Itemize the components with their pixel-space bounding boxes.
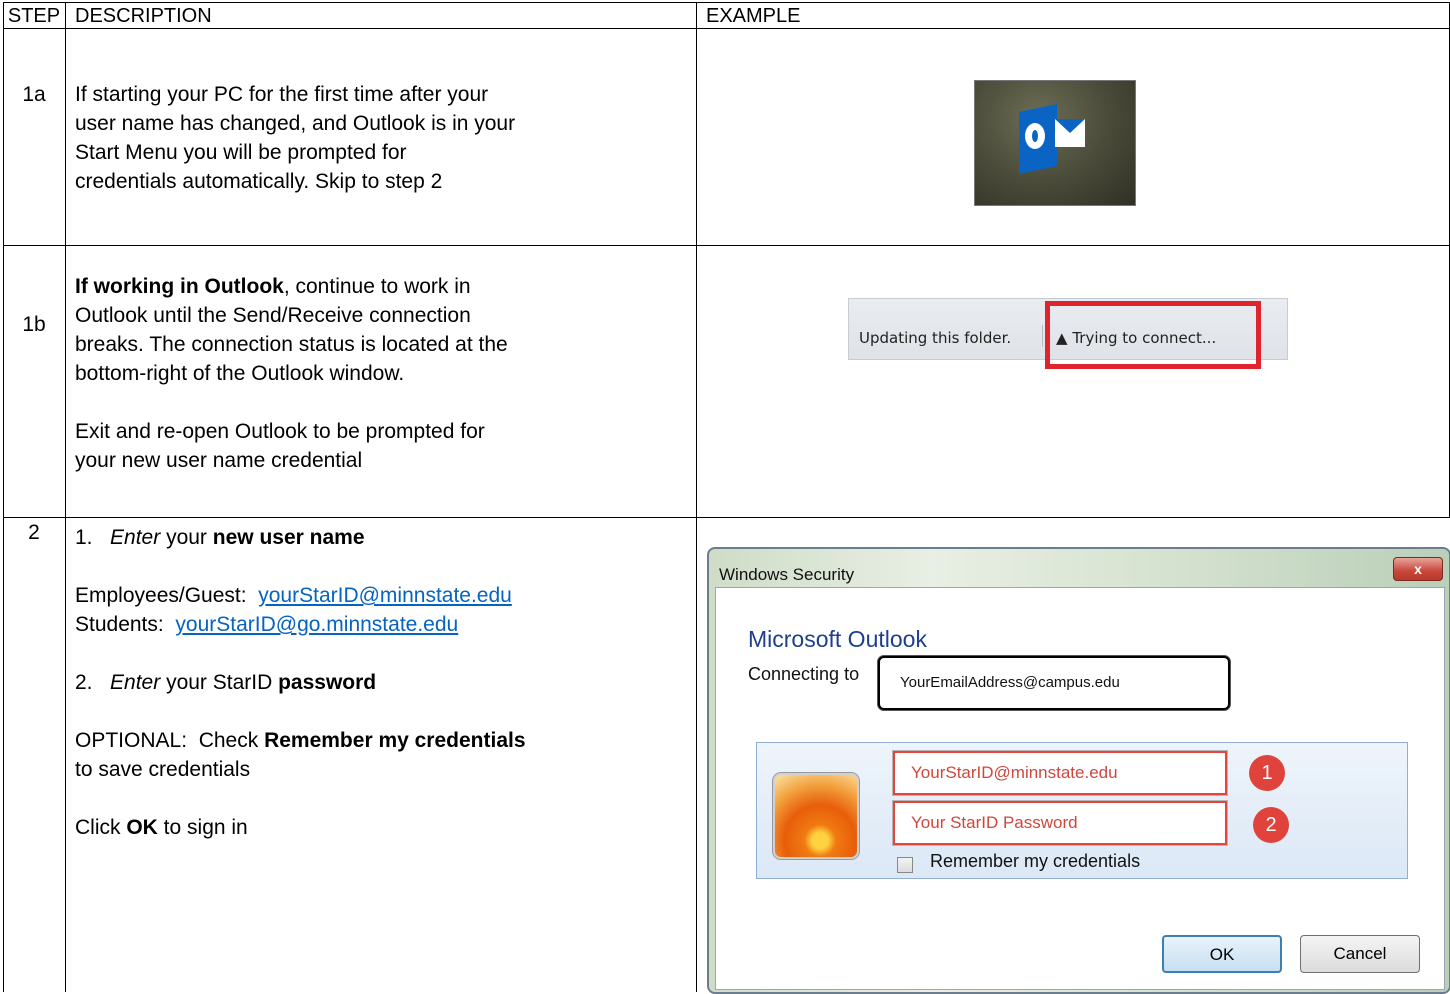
step-1b-line: If working in Outlook, continue to work … (75, 272, 695, 301)
step-1a-line: user name has changed, and Outlook is in… (75, 112, 516, 135)
remember-credentials-label: Remember my credentials (930, 851, 1141, 871)
item-text: your StarID (160, 671, 279, 694)
step-1a-line: If starting your PC for the first time a… (75, 83, 489, 106)
callout-badge-2: 2 (1253, 807, 1289, 843)
step-1b-line: Exit and re-open Outlook to be prompted … (75, 420, 485, 443)
step-1b-line: Outlook until the Send/Receive connectio… (75, 304, 471, 327)
email-address-text: YourEmailAddress@campus.edu (900, 674, 1120, 691)
optional-line: OPTIONAL: Check Remember my credentials (75, 726, 695, 755)
outlook-o-shape (1025, 123, 1045, 149)
step-2-description: 1. Enter your new user name Employees/Gu… (75, 523, 695, 842)
header-description: DESCRIPTION (75, 5, 212, 27)
column-divider-step (65, 2, 66, 992)
password-value: Your StarID Password (911, 813, 1078, 832)
dialog-body: Microsoft Outlook Connecting to YourEmai… (715, 587, 1445, 990)
status-trying-label: Trying to connect... (1072, 329, 1217, 347)
item-bold: password (278, 671, 377, 694)
credential-panel: YourStarID@minnstate.edu 1 Your StarID P… (756, 742, 1408, 879)
step-1b-bold-lead: If working in Outlook (75, 275, 284, 298)
item-bold: new user name (212, 526, 365, 549)
employees-email-link[interactable]: yourStarID@minnstate.edu (258, 584, 512, 607)
column-divider-description (696, 2, 697, 992)
windows-security-dialog: Windows Security x Microsoft Outlook Con… (707, 547, 1450, 994)
user-avatar (773, 773, 859, 859)
dialog-app-name: Microsoft Outlook (748, 626, 927, 652)
status-highlight-box: ▲ Trying to connect... (1045, 301, 1261, 369)
username-value: YourStarID@minnstate.edu (911, 763, 1118, 782)
header-step: STEP (7, 5, 61, 27)
step-2-item-2: 2. Enter your StarID password (75, 668, 695, 697)
students-email-link[interactable]: yourStarID@go.minnstate.edu (175, 613, 458, 636)
click-bold: OK (126, 816, 158, 839)
cancel-button[interactable]: Cancel (1300, 935, 1420, 973)
password-field[interactable]: Your StarID Password (893, 801, 1227, 845)
click-line: Click OK to sign in (75, 813, 695, 842)
step-2-item-1: 1. Enter your new user name (75, 523, 695, 552)
item-verb: Enter (110, 671, 161, 694)
item-number: 2. (75, 671, 93, 694)
step-1a-label: 1a (22, 83, 46, 106)
status-updating-text: Updating this folder. (859, 329, 1012, 347)
item-number: 1. (75, 526, 93, 549)
step-1b-line: your new user name credential (75, 449, 363, 472)
remember-credentials-checkbox[interactable] (897, 857, 913, 873)
row-divider-1a (3, 245, 1450, 246)
outlook-icon (974, 80, 1136, 206)
outlook-status-bar: Updating this folder. ▲ Trying to connec… (848, 298, 1288, 369)
step-1a-line: Start Menu you will be prompted for (75, 141, 407, 164)
optional-bold: Remember my credentials (264, 729, 526, 752)
employees-label: Employees/Guest: (75, 584, 259, 607)
step-1b-lead-rest: , continue to work in (283, 275, 471, 298)
row-divider-1b (3, 517, 1450, 518)
students-line: Students: yourStarID@go.minnstate.edu (75, 610, 695, 639)
table-header-divider (3, 28, 1450, 29)
outlook-envelope-flap (1055, 119, 1085, 133)
warning-triangle-icon: ▲ (1056, 329, 1068, 347)
employees-line: Employees/Guest: yourStarID@minnstate.ed… (75, 581, 695, 610)
click-rest: to sign in (157, 816, 248, 839)
username-field[interactable]: YourStarID@minnstate.edu (893, 751, 1227, 795)
table-border-left (3, 2, 4, 992)
optional-lead: OPTIONAL: Check (75, 729, 265, 752)
email-address-callout: YourEmailAddress@campus.edu (878, 656, 1230, 710)
connecting-label: Connecting to (748, 664, 860, 684)
step-1b-description: If working in Outlook, continue to work … (75, 272, 695, 475)
header-example: EXAMPLE (706, 5, 801, 27)
step-1b-line: bottom-right of the Outlook window. (75, 362, 405, 385)
students-label: Students: (75, 613, 176, 636)
step-1a-line: credentials automatically. Skip to step … (75, 170, 443, 193)
dialog-title: Windows Security (719, 565, 855, 584)
callout-badge-1: 1 (1249, 755, 1285, 791)
step-1b-label: 1b (22, 313, 46, 336)
step-2-label: 2 (28, 521, 40, 544)
close-icon: x (1414, 561, 1422, 577)
table-border-top (3, 2, 1450, 3)
step-1b-line: breaks. The connection status is located… (75, 333, 508, 356)
status-separator (1042, 325, 1043, 347)
step-1a-description: If starting your PC for the first time a… (75, 80, 695, 196)
ok-button[interactable]: OK (1162, 935, 1282, 973)
close-button[interactable]: x (1393, 557, 1443, 581)
status-trying-text: ▲ Trying to connect... (1056, 329, 1216, 347)
item-text: your (160, 526, 213, 549)
click-lead: Click (75, 816, 127, 839)
item-verb: Enter (110, 526, 161, 549)
optional-rest: to save credentials (75, 758, 251, 781)
